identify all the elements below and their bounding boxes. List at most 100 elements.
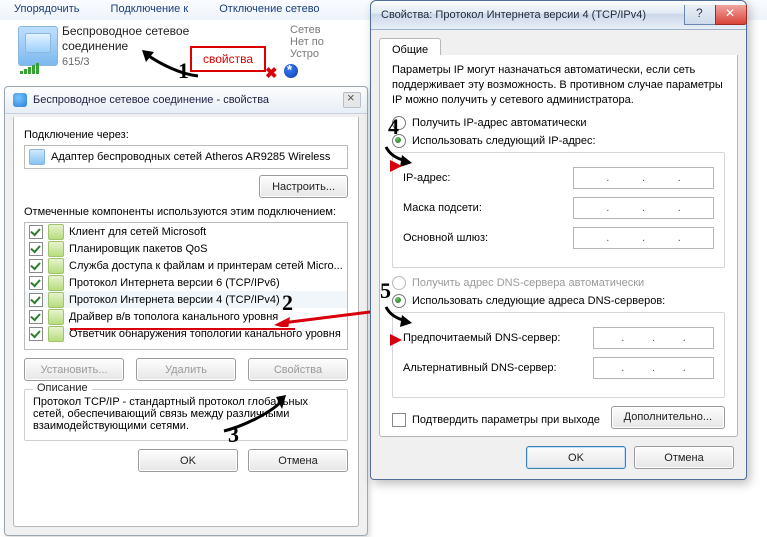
disconnected-icon: ✖ (265, 64, 278, 82)
install-button[interactable]: Установить... (24, 358, 124, 381)
cancel-button[interactable]: Отмена (248, 449, 348, 472)
annotation-number-1: 1 (178, 60, 189, 82)
ipv4-panel: Параметры IP могут назначаться автоматич… (379, 55, 738, 437)
dns2-input[interactable]: ... (593, 357, 714, 379)
description-text: Протокол TCP/IP - стандартный протокол г… (33, 396, 339, 432)
signal-bars-icon (20, 64, 39, 74)
radio-label: Получить адрес DNS-сервера автоматически (412, 277, 644, 289)
second-connection-tile[interactable]: Сетев Нет по Устро (290, 24, 370, 76)
connection-ssid: 615/3 (62, 56, 90, 68)
radio-auto-ip[interactable]: Получить IP-адрес автоматически (392, 116, 725, 130)
window-controls (684, 5, 746, 25)
subnet-mask-label: Маска подсети: (403, 202, 573, 214)
configure-button[interactable]: Настроить... (259, 175, 348, 198)
red-pointer-dns (390, 334, 402, 346)
radio-manual-ip[interactable]: Использовать следующий IP-адрес: (392, 134, 725, 148)
radio-label: Использовать следующий IP-адрес: (412, 135, 596, 147)
connection-name-line2: соединение (62, 39, 128, 53)
annotation-arrow-5 (384, 305, 414, 325)
confirm-label: Подтвердить параметры при выходе (412, 414, 600, 426)
connection-name-line1: Беспроводное сетевое (62, 24, 189, 38)
menu-connect[interactable]: Подключение к (97, 0, 203, 15)
radio-auto-dns: Получить адрес DNS-сервера автоматически (392, 276, 725, 290)
component-label: Протокол Интернета версии 6 (TCP/IPv6) (69, 277, 280, 289)
menu-disconnect[interactable]: Отключение сетево (205, 0, 333, 15)
radio-label: Получить IP-адрес автоматически (412, 117, 586, 129)
checkbox-icon (392, 413, 406, 427)
ipv4-properties-dialog: Свойства: Протокол Интернета версии 4 (T… (370, 0, 747, 480)
dialog-icon (13, 93, 27, 107)
component-icon (48, 224, 64, 240)
cancel-button[interactable]: Отмена (634, 446, 734, 469)
list-item[interactable]: Клиент для сетей Microsoft (25, 223, 347, 240)
component-icon (48, 241, 64, 257)
annotation-number-3: 3 (228, 424, 239, 446)
tile2-line3: Устро (290, 48, 370, 60)
checkbox[interactable] (29, 276, 43, 290)
component-label: Протокол Интернета версии 4 (TCP/IPv4) (69, 294, 280, 306)
dns1-input[interactable]: ... (593, 327, 714, 349)
remove-button[interactable]: Удалить (136, 358, 236, 381)
components-list[interactable]: Клиент для сетей Microsoft Планировщик п… (24, 222, 348, 350)
checkbox[interactable] (29, 327, 43, 341)
adapter-name: Адаптер беспроводных сетей Atheros AR928… (51, 151, 330, 163)
ok-button[interactable]: OK (526, 446, 626, 469)
radio-label: Использовать следующие адреса DNS-сервер… (412, 295, 665, 307)
component-icon (48, 326, 64, 342)
annotation-arrow-1 (140, 50, 200, 80)
description-title: Описание (33, 382, 92, 394)
gateway-input[interactable]: ... (573, 227, 714, 249)
ipv4-intro-text: Параметры IP могут назначаться автоматич… (392, 63, 725, 108)
dns1-label: Предпочитаемый DNS-сервер: (403, 332, 593, 344)
checkbox[interactable] (29, 293, 43, 307)
close-button[interactable] (343, 92, 361, 108)
ipv4-titlebar[interactable]: Свойства: Протокол Интернета версии 4 (T… (371, 1, 746, 30)
dns-fieldset: Предпочитаемый DNS-сервер: ... Альтернат… (392, 312, 725, 398)
radio-icon (392, 276, 406, 290)
ok-button[interactable]: OK (138, 449, 238, 472)
dialog-title-text: Беспроводное сетевое соединение - свойст… (33, 94, 269, 106)
dialog-titlebar[interactable]: Беспроводное сетевое соединение - свойст… (5, 87, 367, 114)
ip-fieldset: IP-адрес: ... Маска подсети: ... Основно… (392, 152, 725, 268)
red-pointer-ip (390, 160, 402, 172)
component-label: Служба доступа к файлам и принтерам сете… (69, 260, 343, 272)
ipv4-title-text: Свойства: Протокол Интернета версии 4 (T… (381, 9, 646, 21)
help-button[interactable] (684, 5, 716, 25)
menu-organize[interactable]: Упорядочить (0, 0, 93, 15)
component-icon (48, 258, 64, 274)
adapter-field[interactable]: Адаптер беспроводных сетей Atheros AR928… (24, 145, 348, 169)
checkbox[interactable] (29, 225, 43, 239)
radio-manual-dns[interactable]: Использовать следующие адреса DNS-сервер… (392, 294, 725, 308)
properties-button[interactable]: Свойства (248, 358, 348, 381)
annotation-number-5: 5 (380, 280, 391, 302)
checkbox[interactable] (29, 242, 43, 256)
subnet-mask-input[interactable]: ... (573, 197, 714, 219)
adapter-small-icon (29, 149, 45, 165)
advanced-button[interactable]: Дополнительно... (611, 406, 725, 429)
components-intro: Отмеченные компоненты используются этим … (24, 206, 348, 218)
component-icon (48, 292, 64, 308)
close-button[interactable] (715, 5, 747, 25)
list-item[interactable]: Служба доступа к файлам и принтерам сете… (25, 257, 347, 274)
bluetooth-icon (284, 64, 298, 78)
component-icon (48, 309, 64, 325)
annotation-number-2: 2 (282, 292, 293, 314)
component-icon (48, 275, 64, 291)
component-label: Клиент для сетей Microsoft (69, 226, 206, 238)
list-item[interactable]: Планировщик пакетов QoS (25, 240, 347, 257)
confirm-on-exit-checkbox[interactable]: Подтвердить параметры при выходе (392, 413, 600, 427)
annotation-underline-ipv4 (70, 328, 295, 330)
dns2-label: Альтернативный DNS-сервер: (403, 362, 593, 374)
connect-via-label: Подключение через: (24, 129, 348, 141)
adapter-icon (18, 26, 58, 66)
checkbox[interactable] (29, 259, 43, 273)
checkbox[interactable] (29, 310, 43, 324)
ip-address-input[interactable]: ... (573, 167, 714, 189)
list-item[interactable]: Протокол Интернета версии 6 (TCP/IPv6) (25, 274, 347, 291)
tile2-line1: Сетев (290, 24, 370, 36)
annotation-number-4: 4 (388, 116, 399, 138)
highlight-properties: свойства (190, 46, 266, 72)
gateway-label: Основной шлюз: (403, 232, 573, 244)
component-label: Драйвер в/в тополога канального уровня (69, 311, 278, 323)
tile2-line2: Нет по (290, 36, 370, 48)
